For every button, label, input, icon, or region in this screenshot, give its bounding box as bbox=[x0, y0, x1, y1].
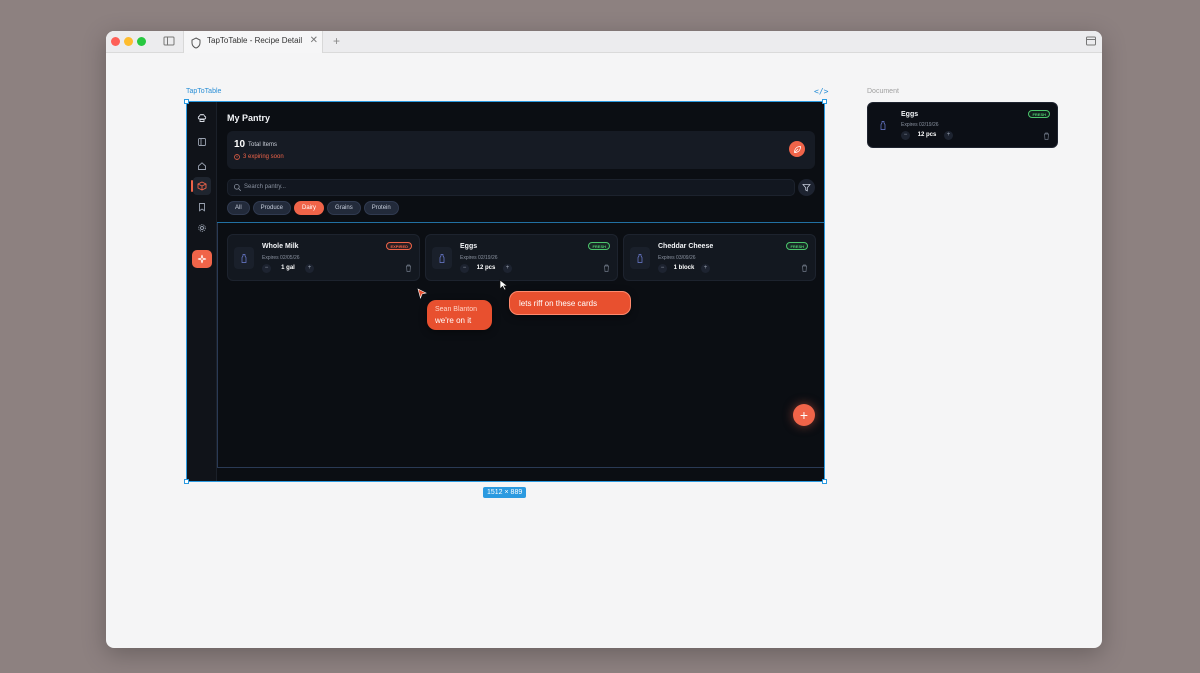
close-window-button[interactable] bbox=[111, 37, 120, 46]
card-name: Whole Milk bbox=[262, 243, 299, 250]
expiring-text: 3 expiring soon bbox=[243, 154, 284, 160]
leaf-icon bbox=[793, 145, 801, 153]
minimize-window-button[interactable] bbox=[124, 37, 133, 46]
trash-icon[interactable] bbox=[801, 264, 808, 272]
ai-assistant-button[interactable] bbox=[192, 250, 212, 268]
collaborator-message: we're on it bbox=[435, 316, 472, 325]
card-name: Cheddar Cheese bbox=[658, 243, 714, 250]
leaf-button[interactable] bbox=[789, 141, 805, 157]
search-bar[interactable]: Search pantry... bbox=[227, 179, 795, 196]
card-name: Eggs bbox=[901, 111, 919, 118]
status-badge: FRESH bbox=[1028, 110, 1050, 118]
resize-handle-bottom-right[interactable] bbox=[822, 479, 827, 484]
document-component-card[interactable]: Eggs Expires 02/19/26 FRESH − 12 pcs + bbox=[867, 102, 1058, 148]
sidebar-panel-icon[interactable] bbox=[193, 133, 211, 151]
category-filters: All Produce Dairy Grains Protein bbox=[227, 201, 399, 215]
page-title: My Pantry bbox=[227, 113, 271, 123]
trash-icon[interactable] bbox=[603, 264, 610, 272]
quantity-value: 12 pcs bbox=[917, 132, 937, 138]
pantry-card-whole-milk[interactable]: Whole Milk Expires 02/05/26 EXPIRED − 1 … bbox=[227, 234, 420, 281]
decrease-button[interactable]: − bbox=[658, 263, 667, 273]
increase-button[interactable]: + bbox=[503, 263, 512, 273]
collaborator-name: Sean Blanton bbox=[435, 306, 478, 313]
bookmark-icon[interactable] bbox=[193, 198, 211, 216]
quantity-value: 12 pcs bbox=[476, 265, 496, 271]
summary-card: 10 Total Items 3 expiring soon bbox=[227, 131, 815, 169]
bottle-icon bbox=[234, 247, 254, 269]
status-badge: FRESH bbox=[588, 242, 610, 250]
quantity-stepper: − 12 pcs + bbox=[901, 130, 953, 140]
add-item-button[interactable]: + bbox=[793, 404, 815, 426]
resize-handle-top-left[interactable] bbox=[184, 99, 189, 104]
quantity-stepper: − 1 block + bbox=[658, 263, 710, 273]
window-menu-icon[interactable] bbox=[1084, 35, 1098, 49]
sidebar-toggle-icon[interactable] bbox=[162, 35, 176, 49]
bottle-icon bbox=[874, 115, 892, 135]
decrease-button[interactable]: − bbox=[901, 130, 910, 140]
status-badge: FRESH bbox=[786, 242, 808, 250]
filter-chip-produce[interactable]: Produce bbox=[252, 201, 292, 215]
increase-button[interactable]: + bbox=[944, 130, 953, 140]
box-icon[interactable] bbox=[191, 177, 211, 195]
total-label: Total Items bbox=[248, 142, 278, 148]
comment-bubble: lets riff on these cards bbox=[509, 291, 631, 315]
decrease-button[interactable]: − bbox=[460, 263, 469, 273]
tab-title: TapToTable - Recipe Detail bbox=[207, 36, 303, 45]
browser-tab[interactable]: TapToTable - Recipe Detail ✕ bbox=[183, 31, 323, 53]
browser-window: TapToTable - Recipe Detail ✕ + TapToTabl… bbox=[106, 31, 1102, 648]
collaborator-bubble: Sean Blanton we're on it bbox=[427, 300, 492, 330]
home-icon[interactable] bbox=[193, 157, 211, 175]
quantity-stepper: − 12 pcs + bbox=[460, 263, 512, 273]
frame-label[interactable]: TapToTable bbox=[186, 88, 221, 95]
new-tab-button[interactable]: + bbox=[333, 34, 340, 48]
bottle-icon bbox=[630, 247, 650, 269]
card-expiry: Expires 02/19/26 bbox=[901, 122, 939, 128]
filter-icon bbox=[802, 184, 811, 192]
quantity-value: 1 gal bbox=[281, 265, 295, 271]
quantity-stepper: − 1 gal + bbox=[262, 263, 314, 273]
pantry-card-eggs[interactable]: Eggs Expires 02/19/26 FRESH − 12 pcs + bbox=[425, 234, 618, 281]
title-bar: TapToTable - Recipe Detail ✕ + bbox=[106, 31, 1102, 53]
chef-hat-icon[interactable] bbox=[193, 109, 211, 127]
filter-chip-protein[interactable]: Protein bbox=[363, 201, 399, 215]
close-tab-icon[interactable]: ✕ bbox=[310, 35, 318, 47]
code-icon[interactable]: </> bbox=[814, 87, 828, 96]
resize-handle-top-right[interactable] bbox=[822, 99, 827, 104]
frame-size-badge: 1512 × 889 bbox=[483, 487, 527, 498]
gear-icon[interactable] bbox=[193, 219, 211, 237]
document-label: Document bbox=[867, 88, 899, 95]
alert-icon bbox=[234, 154, 240, 160]
pantry-card-cheddar-cheese[interactable]: Cheddar Cheese Expires 03/09/26 FRESH − … bbox=[623, 234, 816, 281]
decrease-button[interactable]: − bbox=[262, 263, 271, 273]
card-name: Eggs bbox=[460, 243, 478, 250]
total-count: 10 bbox=[234, 139, 246, 150]
card-expiry: Expires 03/09/26 bbox=[658, 255, 696, 261]
app-sidebar bbox=[187, 102, 217, 481]
status-badge: EXPIRED bbox=[386, 242, 412, 250]
pointer-cursor-icon bbox=[499, 279, 509, 291]
sparkle-icon bbox=[197, 254, 207, 264]
filter-button[interactable] bbox=[798, 179, 815, 196]
filter-chip-all[interactable]: All bbox=[227, 201, 250, 215]
resize-handle-bottom-left[interactable] bbox=[184, 479, 189, 484]
trash-icon[interactable] bbox=[1043, 132, 1050, 140]
maximize-window-button[interactable] bbox=[137, 37, 146, 46]
quantity-value: 1 block bbox=[673, 265, 695, 271]
trash-icon[interactable] bbox=[405, 264, 412, 272]
bottle-icon bbox=[432, 247, 452, 269]
filter-chip-grains[interactable]: Grains bbox=[327, 201, 361, 215]
expiring-warning: 3 expiring soon bbox=[234, 154, 284, 160]
increase-button[interactable]: + bbox=[701, 263, 710, 273]
comment-text: lets riff on these cards bbox=[519, 299, 598, 308]
search-icon bbox=[233, 183, 242, 192]
card-expiry: Expires 02/05/26 bbox=[262, 255, 300, 261]
app-frame[interactable]: My Pantry 10 Total Items 3 expiring soon… bbox=[184, 99, 827, 484]
search-input[interactable]: Search pantry... bbox=[244, 184, 286, 190]
collaborator-cursor-icon bbox=[417, 288, 427, 299]
card-expiry: Expires 02/19/26 bbox=[460, 255, 498, 261]
shield-icon bbox=[190, 36, 202, 49]
filter-chip-dairy[interactable]: Dairy bbox=[294, 201, 325, 215]
increase-button[interactable]: + bbox=[305, 263, 314, 273]
